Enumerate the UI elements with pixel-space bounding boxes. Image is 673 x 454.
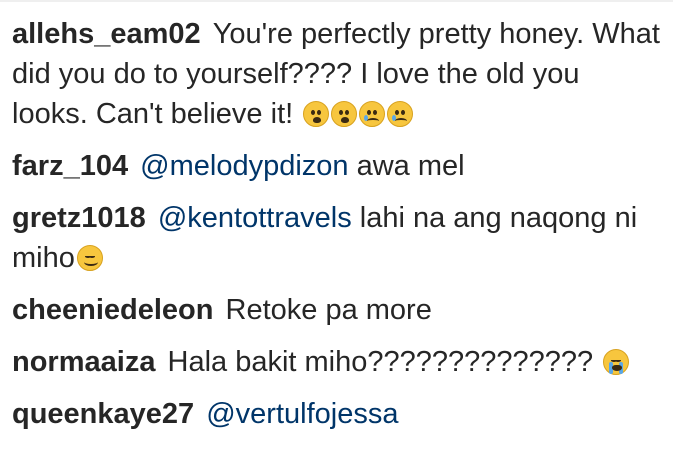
comment-mention[interactable]: @melodypdizon (140, 150, 356, 182)
loudly-crying-face-icon (603, 349, 630, 375)
crying-face-icon (387, 101, 414, 127)
anguished-face-icon (303, 101, 330, 127)
comment-item: cheeniedeleon Retoke pa more (12, 290, 662, 330)
crying-face-icon (359, 101, 386, 127)
comment-item: queenkaye27 @vertulfojessa (12, 394, 662, 434)
comment-text: Retoke pa more (225, 294, 432, 326)
comment-mention[interactable]: @vertulfojessa (206, 398, 398, 430)
comment-username[interactable]: farz_104 (12, 150, 136, 182)
comment-item: gretz1018 @kentottravels lahi na ang naq… (12, 198, 662, 278)
comment-username[interactable]: cheeniedeleon (12, 294, 222, 326)
comment-text: awa mel (356, 150, 465, 182)
comment-username[interactable]: allehs_eam02 (12, 18, 209, 50)
comment-list: allehs_eam02 You're perfectly pretty hon… (12, 14, 662, 446)
comment-username[interactable]: normaaiza (12, 346, 164, 378)
comment-item: allehs_eam02 You're perfectly pretty hon… (12, 14, 662, 134)
comment-mention[interactable]: @kentottravels (158, 202, 360, 234)
comment-item: normaaiza Hala bakit miho?????????????? (12, 342, 662, 382)
smiling-face-icon (76, 245, 103, 271)
comment-text: Hala bakit miho?????????????? (167, 346, 594, 378)
comment-username[interactable]: gretz1018 (12, 202, 154, 234)
comment-item: farz_104 @melodypdizon awa mel (12, 146, 662, 186)
comment-username[interactable]: queenkaye27 (12, 398, 202, 430)
top-divider (0, 0, 673, 2)
anguished-face-icon (331, 101, 358, 127)
